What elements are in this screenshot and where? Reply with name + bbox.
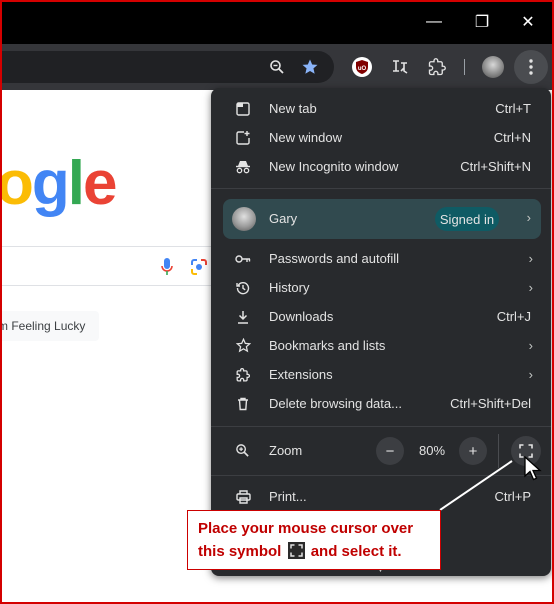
zoom-row: Zoom − 80% + (211, 434, 551, 468)
menu-item-delete-browsing-data[interactable]: Delete browsing data... Ctrl+Shift+Del (211, 389, 551, 418)
lens-icon[interactable] (190, 258, 208, 281)
fullscreen-symbol-icon (287, 542, 305, 559)
zoom-icon[interactable] (264, 54, 290, 80)
chevron-right-icon: › (526, 210, 531, 225)
chevron-right-icon: › (528, 338, 533, 353)
star-outline-icon (235, 338, 251, 354)
new-tab-icon (235, 101, 251, 117)
search-box[interactable] (0, 246, 220, 286)
menu-item-print[interactable]: Print... Ctrl+P (211, 482, 551, 511)
google-logo: ogle (0, 149, 117, 218)
close-window-button[interactable]: ✕ (508, 6, 548, 38)
menu-item-new-window[interactable]: New window Ctrl+N (211, 123, 551, 152)
menu-separator (211, 188, 551, 189)
instruction-callout: Place your mouse cursor over this symbol… (187, 510, 441, 570)
zoom-icon (235, 443, 250, 463)
window-titlebar: — ❐ ✕ (0, 0, 554, 44)
restore-button[interactable]: ❐ (462, 6, 502, 38)
zoom-divider (498, 434, 499, 468)
puzzle-icon (235, 367, 251, 383)
ublock-origin-icon[interactable]: uO (349, 54, 375, 80)
chevron-right-icon: › (528, 280, 533, 295)
menu-separator (211, 426, 551, 427)
menu-item-new-incognito-window[interactable]: New Incognito window Ctrl+Shift+N (211, 152, 551, 181)
callout-line-2: this symbol and select it. (198, 542, 402, 560)
chevron-right-icon: › (528, 251, 533, 266)
menu-item-history[interactable]: History › (211, 273, 551, 302)
feeling-lucky-button[interactable]: m Feeling Lucky (0, 311, 99, 341)
puzzle-extensions-icon[interactable] (424, 54, 450, 80)
download-icon (235, 309, 251, 325)
restore-icon: ❐ (474, 14, 490, 31)
kebab-menu-icon[interactable] (514, 50, 548, 84)
menu-item-passwords-autofill[interactable]: Passwords and autofill › (211, 244, 551, 273)
minimize-icon: — (426, 13, 442, 30)
new-window-icon (235, 130, 251, 146)
history-icon (235, 280, 251, 296)
extension-icon[interactable] (387, 54, 413, 80)
bookmark-star-icon[interactable] (297, 54, 323, 80)
mouse-cursor-icon (524, 455, 542, 487)
zoom-level-value: 80% (419, 443, 446, 458)
menu-item-bookmarks-lists[interactable]: Bookmarks and lists › (211, 331, 551, 360)
menu-separator (211, 475, 551, 476)
menu-item-downloads[interactable]: Downloads Ctrl+J (211, 302, 551, 331)
chevron-right-icon: › (528, 367, 533, 382)
zoom-in-button[interactable]: + (459, 437, 487, 465)
callout-line-1: Place your mouse cursor over (198, 520, 414, 537)
toolbar-divider (464, 59, 465, 75)
trash-icon (235, 396, 251, 412)
profile-avatar-large (232, 207, 256, 231)
mic-icon[interactable] (160, 257, 174, 282)
menu-item-new-tab[interactable]: New tab Ctrl+T (211, 94, 551, 123)
menu-item-extensions[interactable]: Extensions › (211, 360, 551, 389)
profile-avatar[interactable] (482, 56, 504, 78)
key-icon (235, 251, 251, 267)
profile-row[interactable]: Gary Signed in › (223, 199, 541, 239)
zoom-out-button[interactable]: − (376, 437, 404, 465)
svg-text:uO: uO (358, 66, 367, 72)
browser-toolbar: uO (0, 44, 554, 90)
chrome-main-menu: New tab Ctrl+T New window Ctrl+N New Inc… (211, 88, 551, 576)
minimize-button[interactable]: — (414, 6, 454, 38)
printer-icon (235, 489, 251, 505)
close-icon: ✕ (521, 14, 535, 31)
signed-in-badge: Signed in (435, 207, 499, 231)
incognito-icon (235, 159, 251, 175)
zoom-label: Zoom (269, 443, 303, 458)
